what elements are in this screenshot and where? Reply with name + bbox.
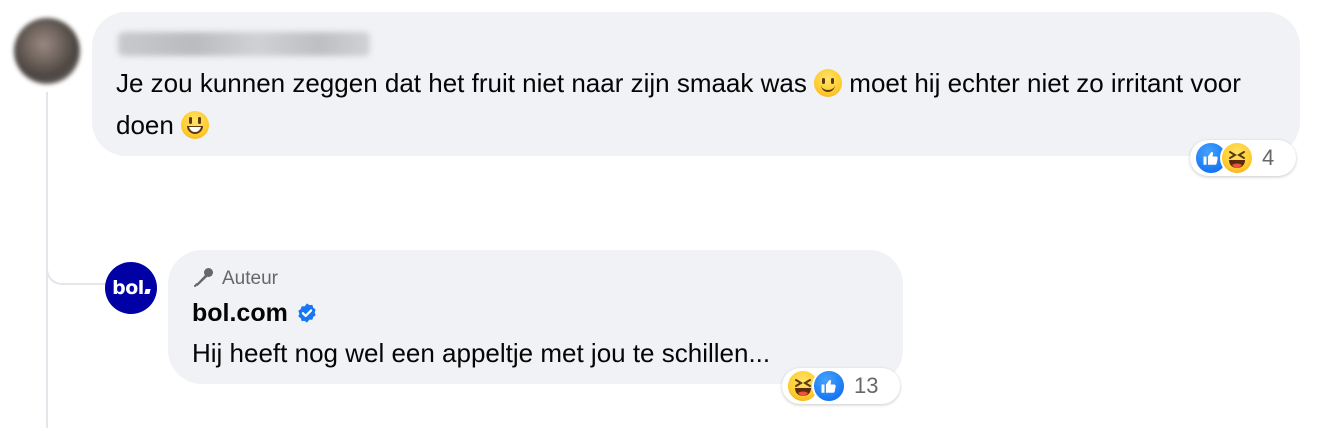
thread-connector xyxy=(46,230,108,285)
comment-text-part1: Je zou kunnen zeggen dat het fruit niet … xyxy=(116,68,815,98)
comment-reactions[interactable]: 4 xyxy=(1190,140,1296,176)
commenter-name-blurred[interactable] xyxy=(118,32,370,56)
reply-author-name[interactable]: bol.com xyxy=(192,299,288,328)
brand-avatar[interactable]: bol xyxy=(105,262,157,314)
reaction-count: 4 xyxy=(1262,145,1275,170)
haha-reaction-icon xyxy=(1220,141,1254,175)
verified-badge-icon xyxy=(296,302,318,324)
reply-author-row: bol.com xyxy=(192,296,318,330)
author-badge-label: Auteur xyxy=(222,268,278,289)
microphone-icon xyxy=(192,265,216,294)
comment-text: Je zou kunnen zeggen dat het fruit niet … xyxy=(116,62,1276,146)
slightly-smiling-face-icon xyxy=(814,69,843,97)
brand-logo-text: bol xyxy=(112,277,144,299)
commenter-avatar[interactable] xyxy=(14,18,80,84)
brand-logo: bol xyxy=(112,277,151,299)
author-badge: Auteur xyxy=(192,264,278,294)
like-reaction-icon xyxy=(812,369,846,403)
grinning-face-icon xyxy=(181,111,210,139)
brand-logo-dot xyxy=(144,289,151,294)
reaction-count: 13 xyxy=(854,373,879,398)
reply-reactions[interactable]: 13 xyxy=(782,368,900,404)
reply-text: Hij heeft nog wel een appeltje met jou t… xyxy=(192,338,771,368)
